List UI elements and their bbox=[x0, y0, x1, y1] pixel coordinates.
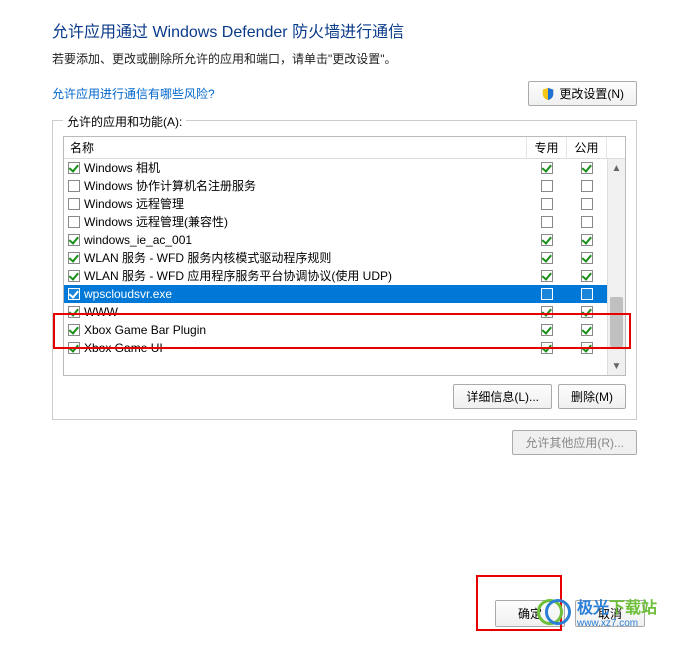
col-public-header[interactable]: 公用 bbox=[567, 137, 607, 158]
row-enable-checkbox[interactable] bbox=[68, 162, 80, 174]
private-checkbox[interactable] bbox=[541, 252, 553, 264]
table-row[interactable]: Xbox Game UI bbox=[64, 339, 607, 357]
details-button[interactable]: 详细信息(L)... bbox=[453, 384, 552, 409]
allowed-apps-groupbox: 允许的应用和功能(A): 名称 专用 公用 Windows 相机Windows … bbox=[52, 120, 637, 420]
public-checkbox[interactable] bbox=[581, 288, 593, 300]
table-row[interactable]: WLAN 服务 - WFD 应用程序服务平台协调协议(使用 UDP) bbox=[64, 267, 607, 285]
public-checkbox[interactable] bbox=[581, 216, 593, 228]
public-checkbox[interactable] bbox=[581, 324, 593, 336]
scrollbar[interactable]: ▲ ▼ bbox=[607, 159, 625, 375]
ok-button[interactable]: 确定 bbox=[495, 600, 565, 627]
row-enable-checkbox[interactable] bbox=[68, 234, 80, 246]
private-checkbox[interactable] bbox=[541, 270, 553, 282]
row-name-label: WLAN 服务 - WFD 服务内核模式驱动程序规则 bbox=[84, 249, 331, 267]
row-name-label: Xbox Game Bar Plugin bbox=[84, 321, 206, 339]
remove-button[interactable]: 删除(M) bbox=[558, 384, 626, 409]
private-checkbox[interactable] bbox=[541, 288, 553, 300]
row-name-label: WWW bbox=[84, 303, 118, 321]
table-row[interactable]: windows_ie_ac_001 bbox=[64, 231, 607, 249]
row-name-label: Windows 远程管理(兼容性) bbox=[84, 213, 228, 231]
private-checkbox[interactable] bbox=[541, 234, 553, 246]
allow-other-app-button[interactable]: 允许其他应用(R)... bbox=[512, 430, 637, 455]
cancel-button[interactable]: 取消 bbox=[575, 600, 645, 627]
row-enable-checkbox[interactable] bbox=[68, 342, 80, 354]
row-enable-checkbox[interactable] bbox=[68, 216, 80, 228]
private-checkbox[interactable] bbox=[541, 198, 553, 210]
page-title: 允许应用通过 Windows Defender 防火墙进行通信 bbox=[52, 18, 637, 42]
private-checkbox[interactable] bbox=[541, 342, 553, 354]
public-checkbox[interactable] bbox=[581, 234, 593, 246]
shield-icon bbox=[541, 87, 555, 101]
row-name-label: Windows 远程管理 bbox=[84, 195, 184, 213]
row-name-label: Xbox Game UI bbox=[84, 339, 163, 357]
col-name-header[interactable]: 名称 bbox=[64, 137, 527, 158]
scroll-up-button[interactable]: ▲ bbox=[608, 159, 625, 177]
private-checkbox[interactable] bbox=[541, 306, 553, 318]
public-checkbox[interactable] bbox=[581, 198, 593, 210]
row-enable-checkbox[interactable] bbox=[68, 198, 80, 210]
row-enable-checkbox[interactable] bbox=[68, 180, 80, 192]
table-row[interactable]: Windows 协作计算机名注册服务 bbox=[64, 177, 607, 195]
public-checkbox[interactable] bbox=[581, 270, 593, 282]
groupbox-label: 允许的应用和功能(A): bbox=[63, 115, 186, 129]
public-checkbox[interactable] bbox=[581, 342, 593, 354]
col-private-header[interactable]: 专用 bbox=[527, 137, 567, 158]
row-name-label: Windows 协作计算机名注册服务 bbox=[84, 177, 256, 195]
public-checkbox[interactable] bbox=[581, 162, 593, 174]
list-header: 名称 专用 公用 bbox=[64, 137, 625, 159]
scroll-thumb[interactable] bbox=[610, 297, 623, 347]
table-row[interactable]: WLAN 服务 - WFD 服务内核模式驱动程序规则 bbox=[64, 249, 607, 267]
row-enable-checkbox[interactable] bbox=[68, 288, 80, 300]
row-name-label: windows_ie_ac_001 bbox=[84, 231, 192, 249]
change-settings-label: 更改设置(N) bbox=[559, 85, 624, 102]
page-subtitle: 若要添加、更改或删除所允许的应用和端口，请单击"更改设置"。 bbox=[52, 50, 637, 67]
row-name-label: wpscloudsvr.exe bbox=[84, 285, 172, 303]
private-checkbox[interactable] bbox=[541, 324, 553, 336]
public-checkbox[interactable] bbox=[581, 180, 593, 192]
scroll-down-button[interactable]: ▼ bbox=[608, 357, 625, 375]
private-checkbox[interactable] bbox=[541, 180, 553, 192]
table-row[interactable]: wpscloudsvr.exe bbox=[64, 285, 607, 303]
public-checkbox[interactable] bbox=[581, 252, 593, 264]
table-row[interactable]: WWW bbox=[64, 303, 607, 321]
public-checkbox[interactable] bbox=[581, 306, 593, 318]
risk-link[interactable]: 允许应用进行通信有哪些风险? bbox=[52, 85, 215, 102]
apps-list[interactable]: 名称 专用 公用 Windows 相机Windows 协作计算机名注册服务Win… bbox=[63, 136, 626, 376]
row-enable-checkbox[interactable] bbox=[68, 324, 80, 336]
row-enable-checkbox[interactable] bbox=[68, 270, 80, 282]
change-settings-button[interactable]: 更改设置(N) bbox=[528, 81, 637, 106]
table-row[interactable]: Xbox Game Bar Plugin bbox=[64, 321, 607, 339]
table-row[interactable]: Windows 远程管理(兼容性) bbox=[64, 213, 607, 231]
scroll-track[interactable] bbox=[608, 177, 625, 357]
row-enable-checkbox[interactable] bbox=[68, 252, 80, 264]
private-checkbox[interactable] bbox=[541, 216, 553, 228]
row-name-label: Windows 相机 bbox=[84, 159, 160, 177]
row-name-label: WLAN 服务 - WFD 应用程序服务平台协调协议(使用 UDP) bbox=[84, 267, 392, 285]
row-enable-checkbox[interactable] bbox=[68, 306, 80, 318]
private-checkbox[interactable] bbox=[541, 162, 553, 174]
table-row[interactable]: Windows 相机 bbox=[64, 159, 607, 177]
table-row[interactable]: Windows 远程管理 bbox=[64, 195, 607, 213]
